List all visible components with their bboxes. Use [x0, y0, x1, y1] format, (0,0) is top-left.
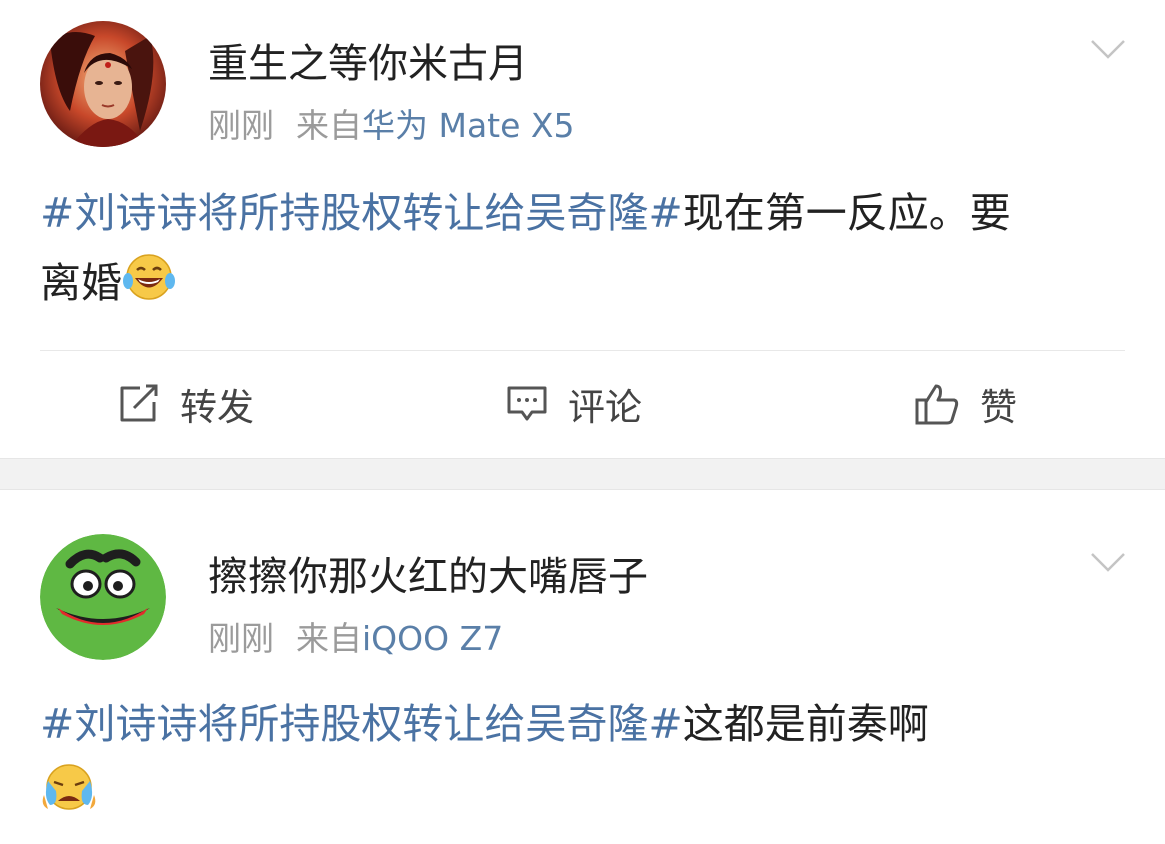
post-meta: 刚刚 来自华为 Mate X5 — [208, 109, 575, 142]
post-content: #刘诗诗将所持股权转让给吴奇隆#现在第一反应。要离婚 — [40, 178, 1040, 322]
hashtag-link[interactable]: #刘诗诗将所持股权转让给吴奇隆# — [40, 700, 683, 748]
chevron-down-icon[interactable] — [1090, 551, 1126, 573]
hashtag-link[interactable]: #刘诗诗将所持股权转让给吴奇隆# — [40, 189, 683, 237]
source-prefix: 来自 — [296, 619, 362, 658]
comment-button[interactable]: 评论 — [506, 376, 642, 432]
repost-button[interactable]: 转发 — [118, 376, 254, 432]
post-meta: 刚刚 来自iQOO Z7 — [208, 622, 503, 655]
weibo-post[interactable]: 擦擦你那火红的大嘴唇子 刚刚 来自iQOO Z7 #刘诗诗将所持股权转让给吴奇隆#… — [0, 490, 1165, 844]
like-button[interactable]: 赞 — [914, 376, 1017, 432]
share-icon — [120, 384, 158, 422]
comment-label: 评论 — [568, 386, 642, 429]
post-time: 刚刚 — [208, 106, 274, 145]
thumbs-up-icon — [915, 384, 959, 425]
weibo-post[interactable]: 重生之等你米古月 刚刚 来自华为 Mate X5 #刘诗诗将所持股权转让给吴奇隆#… — [0, 0, 1165, 458]
chevron-down-icon[interactable] — [1090, 38, 1126, 60]
post-content: #刘诗诗将所持股权转让给吴奇隆#这都是前奏啊 — [40, 689, 1120, 834]
avatar[interactable] — [40, 534, 166, 660]
post-text: 这都是前奏啊 — [682, 700, 929, 748]
username[interactable]: 擦擦你那火红的大嘴唇子 — [208, 557, 648, 597]
laughing-tears-emoji — [122, 251, 176, 322]
username[interactable]: 重生之等你米古月 — [208, 44, 528, 84]
post-separator — [0, 458, 1165, 490]
post-time: 刚刚 — [208, 619, 274, 658]
source-prefix: 来自 — [296, 106, 362, 145]
repost-label: 转发 — [180, 386, 254, 429]
avatar[interactable] — [40, 21, 166, 147]
source-device[interactable]: iQOO Z7 — [362, 619, 503, 658]
comment-icon — [507, 386, 547, 421]
crying-emoji — [40, 761, 98, 834]
like-label: 赞 — [980, 386, 1017, 429]
divider — [40, 350, 1125, 351]
source-device[interactable]: 华为 Mate X5 — [362, 106, 575, 145]
